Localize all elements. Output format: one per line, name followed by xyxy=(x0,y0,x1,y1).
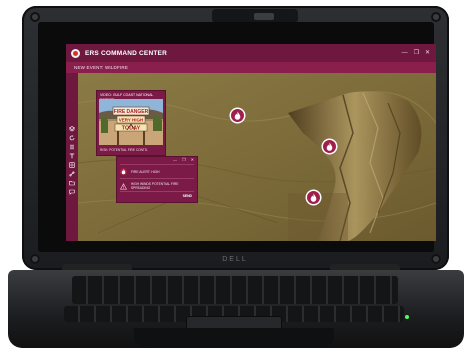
fire-pin-2[interactable] xyxy=(323,140,336,153)
sidebar xyxy=(66,73,78,241)
screw-top-right xyxy=(431,12,441,22)
refresh-icon[interactable] xyxy=(69,135,75,141)
minimize-button[interactable]: — xyxy=(402,50,408,56)
sign-line-2: VERY HIGH xyxy=(119,118,144,123)
alert-divider-top xyxy=(120,164,194,165)
screw-top-left xyxy=(30,12,40,22)
fire-danger-sign-image: FIRE DANGER VERY HIGH TODAY xyxy=(99,99,163,145)
alert-maximize-button[interactable]: ❐ xyxy=(182,157,186,163)
grid-icon[interactable] xyxy=(69,162,75,168)
link-icon[interactable] xyxy=(69,171,75,177)
alert-close-button[interactable]: ✕ xyxy=(191,157,194,163)
screw-bottom-left xyxy=(30,254,40,264)
carry-handle xyxy=(134,328,334,348)
camera-shutter xyxy=(254,13,274,20)
event-label[interactable]: NEW EVENT: WILDFIRE xyxy=(74,65,128,70)
power-led xyxy=(405,315,409,319)
chat-icon[interactable] xyxy=(69,189,75,195)
app-window: ERS COMMAND CENTER — ❐ ✕ NEW EVENT: WILD… xyxy=(66,44,436,241)
alert-row-wind: HIGH WINDS POTENTIAL FIRE SPREADING xyxy=(120,182,197,190)
alert-window-controls: — ❐ ✕ xyxy=(117,157,197,163)
window-controls: — ❐ ✕ xyxy=(402,50,430,56)
send-button[interactable]: SEND xyxy=(183,194,192,198)
fire-icon xyxy=(120,168,127,175)
list-icon[interactable] xyxy=(69,144,75,150)
alert-fire-text: FIRE ALERT: HIGH xyxy=(131,169,160,174)
video-thumbnail[interactable]: FIRE DANGER VERY HIGH TODAY xyxy=(99,99,163,145)
brand-logo: DELL xyxy=(222,256,248,263)
maximize-button[interactable]: ❐ xyxy=(414,50,419,56)
app-logo-icon xyxy=(71,48,80,58)
alert-row-fire: FIRE ALERT: HIGH xyxy=(120,168,160,175)
sign-line-1: FIRE DANGER xyxy=(114,109,149,115)
video-feed-card[interactable]: VIDEO: GULF COAST NATIONAL FOREST FIRE D… xyxy=(96,90,166,156)
folder-icon[interactable] xyxy=(69,180,75,186)
fire-alert-popup: — ❐ ✕ FIRE ALERT: HIGH HIGH WINDS POTENT… xyxy=(116,156,198,203)
screw-bottom-right xyxy=(431,254,441,264)
app-title: ERS COMMAND CENTER xyxy=(85,49,167,57)
alert-divider-bottom xyxy=(120,191,194,192)
text-icon[interactable] xyxy=(69,153,75,159)
event-bar: NEW EVENT: WILDFIRE xyxy=(66,62,436,73)
alert-divider-mid xyxy=(120,178,194,179)
app-titlebar: ERS COMMAND CENTER — ❐ ✕ xyxy=(66,44,436,62)
fire-pin-1[interactable] xyxy=(231,109,244,122)
fire-pin-3[interactable] xyxy=(307,191,320,204)
keyboard-top-row xyxy=(72,276,398,304)
sign-line-3: TODAY xyxy=(122,126,141,132)
alert-minimize-button[interactable]: — xyxy=(173,157,177,163)
close-button[interactable]: ✕ xyxy=(425,50,430,56)
warning-icon xyxy=(120,182,127,190)
layers-icon[interactable] xyxy=(69,126,75,132)
alert-wind-text: HIGH WINDS POTENTIAL FIRE SPREADING xyxy=(130,182,179,190)
video-caption: RISK: POTENTIAL FIRE CONTD. xyxy=(100,148,149,152)
